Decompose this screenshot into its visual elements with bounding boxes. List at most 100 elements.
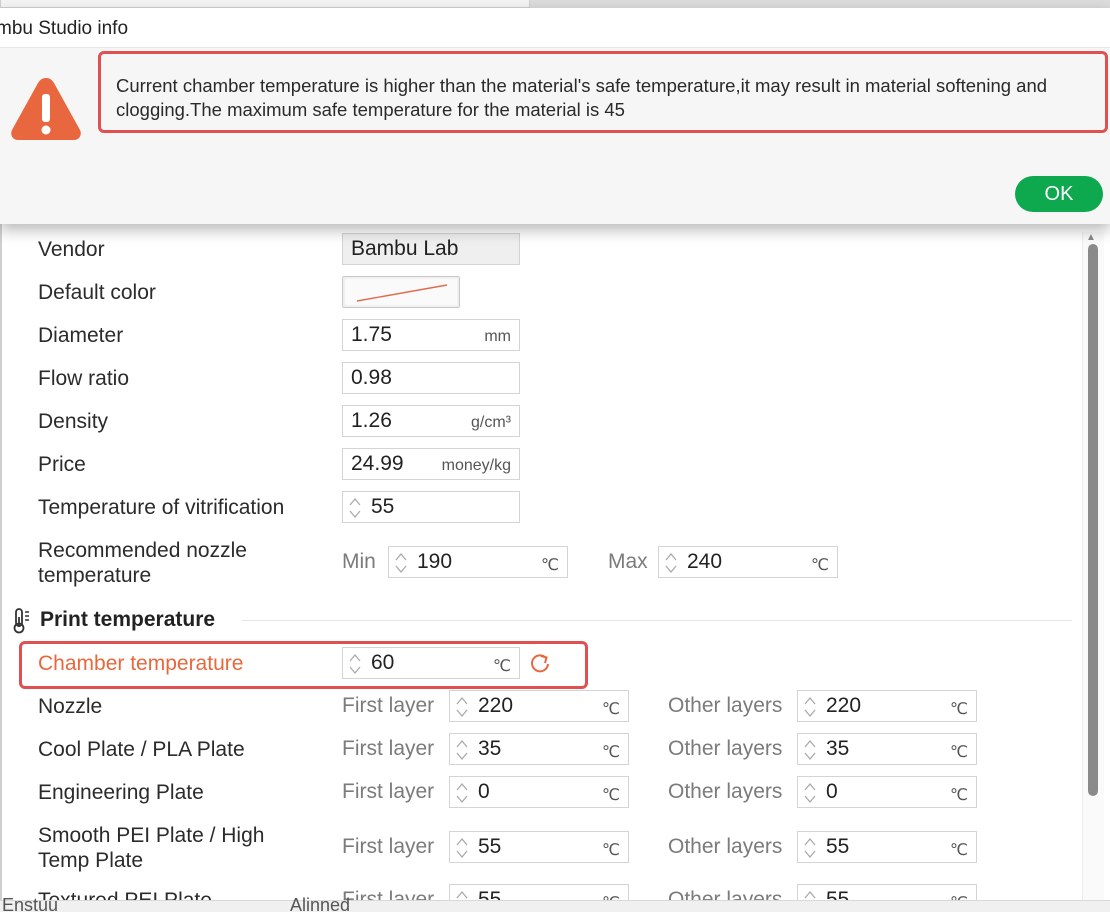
- dialog-title: mbu Studio info: [0, 18, 129, 39]
- vitrification-value: 55: [371, 495, 395, 518]
- nozzle-min-label: Min: [342, 550, 376, 573]
- spin-arrows-icon[interactable]: [802, 835, 818, 861]
- print-temperature-title: Print temperature: [40, 608, 216, 631]
- spin-arrows-icon[interactable]: [802, 737, 818, 763]
- other-layers-spinner[interactable]: 220 ℃: [797, 690, 977, 722]
- chamber-temperature-value: 60: [371, 651, 395, 674]
- app-window: mbu Studio info Current chamber temperat…: [0, 0, 1110, 912]
- nozzle-range-label-line2: temperature: [38, 564, 152, 587]
- ok-button[interactable]: OK: [1015, 176, 1103, 212]
- section-divider: [242, 620, 1072, 621]
- nozzle-max-spinner[interactable]: 240 ℃: [658, 546, 838, 578]
- nozzle-range-label-line1: Recommended nozzle: [38, 539, 247, 562]
- nozzle-min-spinner[interactable]: 190 ℃: [388, 546, 568, 578]
- scroll-up-icon[interactable]: ▲: [1086, 232, 1096, 243]
- scrollbar-thumb[interactable]: [1088, 244, 1098, 796]
- plate-label-line1: Smooth PEI Plate / High: [38, 824, 265, 847]
- other-layers-spinner[interactable]: 35 ℃: [797, 733, 977, 765]
- vendor-value: Bambu Lab: [351, 237, 459, 260]
- spin-arrows-icon[interactable]: [393, 550, 409, 576]
- background-tab: [0, 0, 530, 8]
- dialog-message: Current chamber temperature is higher th…: [116, 74, 1110, 122]
- diameter-unit: mm: [484, 328, 511, 345]
- chamber-temperature-unit: ℃: [493, 658, 511, 675]
- other-layers-label: Other layers: [668, 835, 783, 858]
- nozzle-min-unit: ℃: [541, 557, 559, 574]
- flow-ratio-input[interactable]: 0.98: [342, 362, 520, 394]
- price-value: 24.99: [351, 452, 404, 475]
- dialog-body: Current chamber temperature is higher th…: [0, 48, 1110, 224]
- flow-ratio-label: Flow ratio: [38, 367, 130, 390]
- vertical-scrollbar[interactable]: ▲: [1082, 232, 1104, 912]
- spin-arrows-icon[interactable]: [802, 780, 818, 806]
- other-layers-unit: ℃: [950, 744, 968, 761]
- default-color-label: Default color: [38, 281, 156, 304]
- color-swatch-icon: [356, 284, 448, 302]
- other-layers-spinner[interactable]: 0 ℃: [797, 776, 977, 808]
- nozzle-max-value: 240: [687, 550, 723, 573]
- first-layer-spinner[interactable]: 35 ℃: [449, 733, 629, 765]
- first-layer-spinner[interactable]: 0 ℃: [449, 776, 629, 808]
- info-dialog: mbu Studio info Current chamber temperat…: [0, 8, 1110, 224]
- density-label: Density: [38, 410, 109, 433]
- spin-arrows-icon[interactable]: [802, 694, 818, 720]
- other-layers-unit: ℃: [950, 701, 968, 718]
- first-layer-value: 220: [478, 694, 514, 717]
- bottom-mid-text: Alinned: [290, 895, 351, 912]
- other-layers-spinner[interactable]: 55 ℃: [797, 831, 977, 863]
- first-layer-unit: ℃: [602, 744, 620, 761]
- other-layers-label: Other layers: [668, 694, 783, 717]
- first-layer-value: 35: [478, 737, 502, 760]
- filament-settings-panel: ▲ Vendor Bambu Lab Default color Diamete…: [0, 224, 1110, 912]
- bottom-left-text: Enstuu: [2, 895, 59, 912]
- spin-arrows-icon[interactable]: [454, 694, 470, 720]
- diameter-input[interactable]: 1.75 mm: [342, 319, 520, 351]
- other-layers-value: 0: [826, 780, 838, 803]
- plate-label-line2: Temp Plate: [38, 849, 144, 872]
- warning-triangle-icon: [11, 78, 81, 140]
- other-layers-unit: ℃: [950, 787, 968, 804]
- other-layers-label: Other layers: [668, 737, 783, 760]
- flow-ratio-value: 0.98: [351, 366, 392, 389]
- plate-label: Engineering Plate: [38, 781, 204, 804]
- first-layer-label: First layer: [342, 737, 435, 760]
- first-layer-unit: ℃: [602, 842, 620, 859]
- first-layer-spinner[interactable]: 55 ℃: [449, 831, 629, 863]
- price-label: Price: [38, 453, 86, 476]
- nozzle-min-value: 190: [417, 550, 453, 573]
- default-color-picker[interactable]: [342, 276, 460, 308]
- spin-arrows-icon[interactable]: [454, 780, 470, 806]
- dialog-message-line1: Current chamber temperature is higher th…: [116, 75, 1048, 96]
- diameter-label: Diameter: [38, 324, 124, 347]
- first-layer-label: First layer: [342, 694, 435, 717]
- chamber-temperature-label: Chamber temperature: [38, 652, 244, 675]
- chamber-temperature-spinner[interactable]: 60 ℃: [342, 647, 520, 679]
- price-input[interactable]: 24.99 money/kg: [342, 448, 520, 480]
- other-layers-value: 35: [826, 737, 850, 760]
- reset-icon[interactable]: [529, 652, 551, 674]
- nozzle-max-unit: ℃: [811, 557, 829, 574]
- spin-arrows-icon[interactable]: [454, 835, 470, 861]
- price-unit: money/kg: [441, 457, 511, 474]
- density-unit: g/cm³: [471, 414, 511, 431]
- spin-arrows-icon[interactable]: [454, 737, 470, 763]
- vendor-field: Bambu Lab: [342, 233, 520, 265]
- vitrification-spinner[interactable]: 55: [342, 491, 520, 523]
- bottom-status-strip: Enstuu Alinned: [0, 895, 1110, 912]
- vendor-label: Vendor: [38, 238, 105, 261]
- first-layer-value: 0: [478, 780, 490, 803]
- density-value: 1.26: [351, 409, 392, 432]
- first-layer-spinner[interactable]: 220 ℃: [449, 690, 629, 722]
- spin-arrows-icon[interactable]: [347, 495, 363, 521]
- dialog-message-line2: clogging.The maximum safe temperature fo…: [116, 99, 625, 120]
- plate-label: Cool Plate / PLA Plate: [38, 738, 245, 761]
- first-layer-label: First layer: [342, 835, 435, 858]
- density-input[interactable]: 1.26 g/cm³: [342, 405, 520, 437]
- spin-arrows-icon[interactable]: [663, 550, 679, 576]
- vitrification-label: Temperature of vitrification: [38, 496, 285, 519]
- diameter-value: 1.75: [351, 323, 392, 346]
- first-layer-label: First layer: [342, 780, 435, 803]
- spin-arrows-icon[interactable]: [347, 651, 363, 677]
- first-layer-unit: ℃: [602, 701, 620, 718]
- other-layers-value: 55: [826, 835, 850, 858]
